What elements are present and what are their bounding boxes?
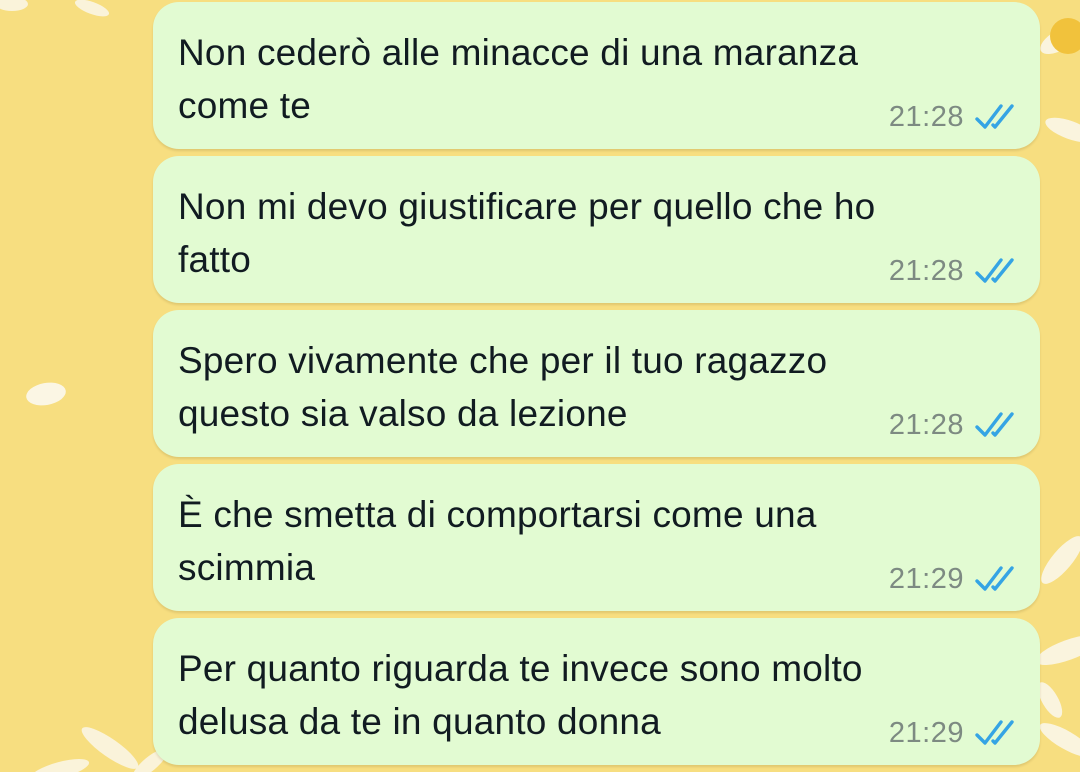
message-time: 21:29 [888, 562, 964, 595]
message-meta: 21:29 [889, 715, 1018, 751]
message-time: 21:28 [888, 408, 964, 441]
outgoing-message-bubble[interactable]: Non cederò alle minacce di una maranza c… [153, 2, 1040, 149]
message-meta: 21:28 [889, 407, 1018, 443]
message-time: 21:29 [888, 716, 964, 749]
outgoing-message-bubble[interactable]: Per quanto riguarda te invece sono molto… [153, 618, 1040, 765]
message-meta: 21:28 [889, 253, 1018, 289]
chat-background: Non cederò alle minacce di una maranza c… [0, 0, 1080, 772]
message-text: È che smetta di comportarsi come una sci… [178, 494, 817, 588]
message-meta: 21:29 [889, 561, 1018, 597]
double-check-read-icon [975, 412, 1014, 437]
message-list[interactable]: Non cederò alle minacce di una maranza c… [0, 0, 1080, 772]
message-time: 21:28 [888, 254, 964, 287]
message-text: Spero vivamente che per il tuo ragazzo q… [178, 340, 828, 434]
message-text: Non mi devo giustificare per quello che … [178, 186, 876, 280]
double-check-read-icon [975, 566, 1014, 591]
double-check-read-icon [975, 720, 1014, 745]
outgoing-message-bubble[interactable]: Spero vivamente che per il tuo ragazzo q… [153, 310, 1040, 457]
double-check-read-icon [975, 104, 1014, 129]
message-text: Per quanto riguarda te invece sono molto… [178, 648, 863, 742]
outgoing-message-bubble[interactable]: Non mi devo giustificare per quello che … [153, 156, 1040, 303]
message-meta: 21:28 [889, 99, 1018, 135]
message-text: Non cederò alle minacce di una maranza c… [178, 32, 859, 126]
message-time: 21:28 [888, 100, 964, 133]
outgoing-message-bubble[interactable]: È che smetta di comportarsi come una sci… [153, 464, 1040, 611]
double-check-read-icon [975, 258, 1014, 283]
